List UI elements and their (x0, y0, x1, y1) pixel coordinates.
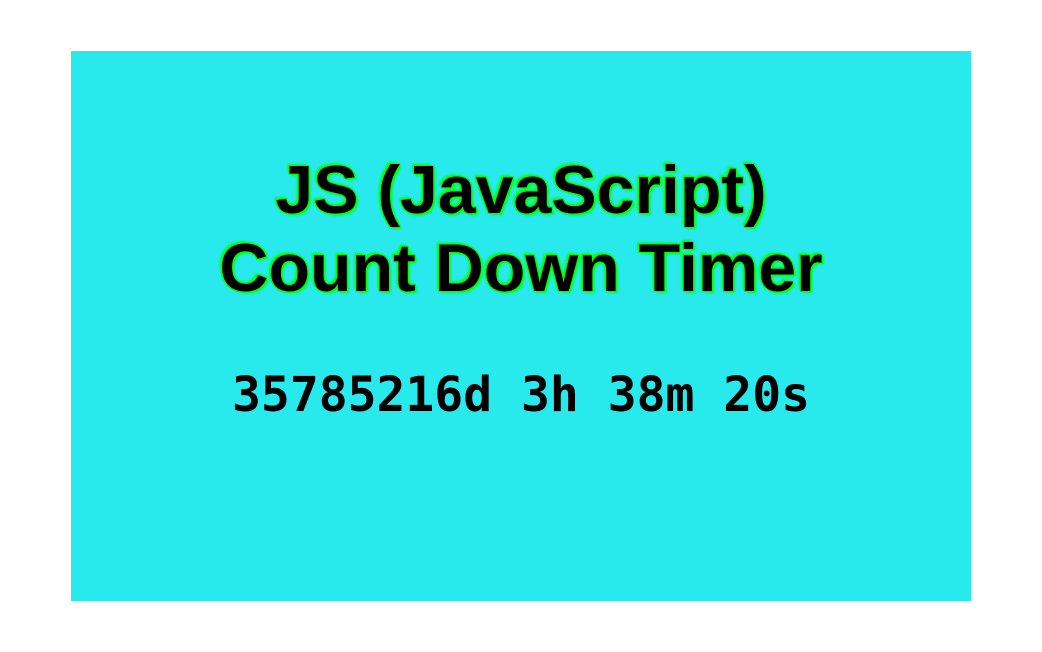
title-line-1: JS (JavaScript) (275, 152, 766, 228)
countdown-display: 35785216d 3h 38m 20s (232, 367, 810, 423)
timer-panel: JS (JavaScript) Count Down Timer 3578521… (71, 51, 971, 601)
title-line-2: Count Down Timer (219, 230, 822, 306)
page-title: JS (JavaScript) Count Down Timer (219, 151, 822, 307)
